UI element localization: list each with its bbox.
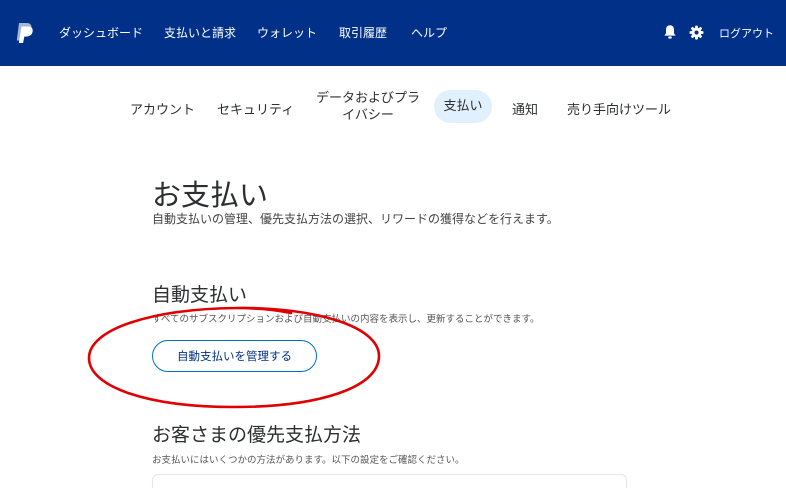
tab-security[interactable]: セキュリティ [217,99,294,118]
settings-tabs: アカウント セキュリティ データおよびプライバシー 支払い 通知 売り手向けツー… [0,66,786,148]
autopay-section-description: すべてのサブスクリプションおよび自動支払いの内容を表示し、更新することができます… [152,314,540,325]
manage-autopay-button[interactable]: 自動支払いを管理する [152,340,317,372]
autopay-section-title: 自動支払い [152,284,248,306]
preferred-payment-section-description: お支払いにはいくつかの方法があります。以下の設定をご確認ください。 [152,455,465,466]
tab-payments[interactable]: 支払い [434,90,492,123]
preferred-payment-card [152,474,627,488]
tab-seller-tools[interactable]: 売り手向けツール [567,99,671,118]
bell-icon[interactable] [663,24,677,40]
tab-account[interactable]: アカウント [130,99,195,118]
nav-link-wallet[interactable]: ウォレット [257,24,317,41]
page-title: お支払い [152,178,269,212]
nav-link-help[interactable]: ヘルプ [411,24,447,41]
tab-notifications[interactable]: 通知 [512,99,538,118]
preferred-payment-section-title: お客さまの優先支払方法 [152,424,362,446]
main-content: お支払い 自動支払いの管理、優先支払方法の選択、リワードの獲得などを行えます。 … [0,148,786,488]
gear-icon[interactable] [689,25,704,40]
paypal-logo-icon[interactable] [14,22,34,44]
nav-link-activity[interactable]: 取引履歴 [339,24,387,41]
nav-link-payments-billing[interactable]: 支払いと請求 [164,24,236,41]
tab-data-privacy[interactable]: データおよびプライバシー [314,90,422,124]
page-subtitle: 自動支払いの管理、優先支払方法の選択、リワードの獲得などを行えます。 [152,212,559,226]
logout-link[interactable]: ログアウト [719,25,774,41]
nav-link-dashboard[interactable]: ダッシュボード [59,24,143,41]
top-navigation-bar: ダッシュボード 支払いと請求 ウォレット 取引履歴 ヘルプ ログアウト [0,0,786,66]
